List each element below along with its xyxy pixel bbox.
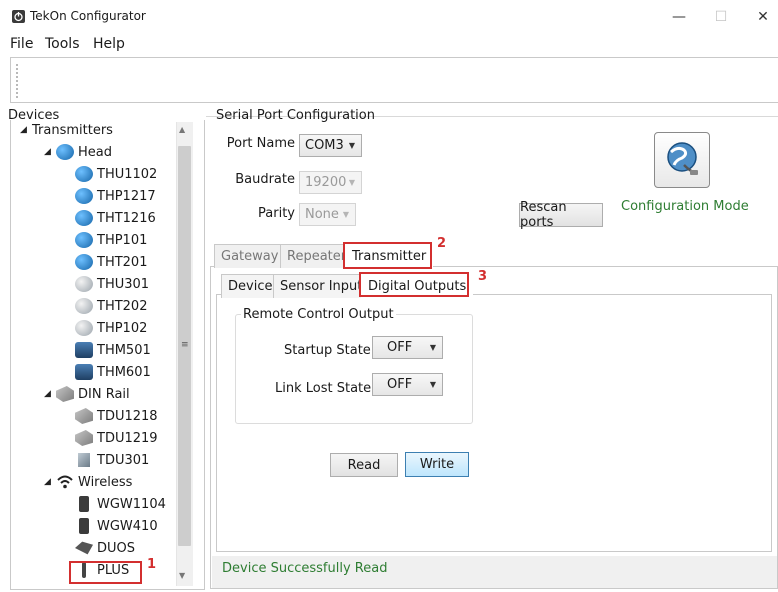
tree-item-thu301[interactable]: THU301 xyxy=(75,273,166,295)
app-power-icon xyxy=(12,10,25,23)
status-message: Device Successfully Read xyxy=(222,561,388,576)
toolbar xyxy=(10,57,778,103)
tree-item-tdu1219[interactable]: TDU1219 xyxy=(75,427,166,449)
head-transmitter-icon xyxy=(75,232,93,248)
tree-item-thu1102[interactable]: THU1102 xyxy=(75,163,166,185)
scroll-up-arrow-icon[interactable]: ▲ xyxy=(179,125,185,134)
head-transmitter-grey-icon xyxy=(75,320,93,336)
remote-control-label: Remote Control Output xyxy=(241,307,396,322)
menu-help[interactable]: Help xyxy=(93,36,125,52)
din-module-icon xyxy=(78,453,90,467)
din-rail-icon xyxy=(75,408,93,424)
maximize-button[interactable]: ☐ xyxy=(706,6,736,28)
configuration-globe-icon xyxy=(667,142,698,175)
collapse-arrow-icon[interactable]: ◢ xyxy=(44,389,56,399)
head-transmitter-icon xyxy=(56,144,74,160)
tree-item-tht1216[interactable]: THT1216 xyxy=(75,207,166,229)
tree-item-tdu301[interactable]: TDU301 xyxy=(75,449,166,471)
head-transmitter-icon xyxy=(75,254,93,270)
scrollbar-grip-icon: ≡ xyxy=(181,340,189,350)
link-lost-state-select[interactable]: OFF ▼ xyxy=(372,373,443,396)
head-transmitter-icon xyxy=(75,210,93,226)
collapse-arrow-icon[interactable]: ◢ xyxy=(20,125,32,135)
head-transmitter-icon xyxy=(75,166,93,182)
din-rail-icon xyxy=(75,430,93,446)
baudrate-label: Baudrate xyxy=(235,172,295,187)
menu-tools[interactable]: Tools xyxy=(45,36,80,52)
tree-item-thp101[interactable]: THP101 xyxy=(75,229,166,251)
tree-item-wgw410[interactable]: WGW410 xyxy=(75,515,166,537)
tree-node-head[interactable]: ◢ Head xyxy=(20,141,166,163)
toolbar-grip[interactable] xyxy=(16,64,18,98)
tree-item-thm601[interactable]: THM601 xyxy=(75,361,166,383)
remote-control-group xyxy=(235,314,473,424)
minimize-button[interactable]: — xyxy=(664,6,694,28)
configuration-mode-button[interactable] xyxy=(654,132,710,188)
parity-label: Parity xyxy=(258,206,295,221)
baudrate-select[interactable]: 19200 ▼ xyxy=(299,171,362,194)
configuration-mode-label: Configuration Mode xyxy=(621,199,749,214)
dropdown-arrow-icon: ▼ xyxy=(348,141,355,150)
dropdown-arrow-icon: ▼ xyxy=(429,380,436,389)
callout-1: 1 xyxy=(147,557,157,572)
tree-item-tht202[interactable]: THT202 xyxy=(75,295,166,317)
read-button[interactable]: Read xyxy=(330,453,398,477)
tab-gateway[interactable]: Gateway xyxy=(214,244,286,268)
gateway-icon xyxy=(79,518,89,534)
startup-state-label: Startup State xyxy=(284,343,371,358)
module-transmitter-icon xyxy=(75,364,93,380)
tab-device[interactable]: Device xyxy=(221,274,280,298)
tree-item-thp1217[interactable]: THP1217 xyxy=(75,185,166,207)
din-rail-icon xyxy=(56,386,74,402)
collapse-arrow-icon[interactable]: ◢ xyxy=(44,477,56,487)
tree-item-tdu1218[interactable]: TDU1218 xyxy=(75,405,166,427)
tree-node-din-rail[interactable]: ◢ DIN Rail xyxy=(20,383,166,405)
head-transmitter-grey-icon xyxy=(75,298,93,314)
dropdown-arrow-icon: ▼ xyxy=(342,210,349,219)
duos-device-icon xyxy=(75,541,93,555)
scroll-down-arrow-icon[interactable]: ▼ xyxy=(179,571,185,580)
callout-2: 2 xyxy=(437,236,447,251)
device-tree: ◢ Transmitters ◢ Head THU1102 THP1217 TH… xyxy=(20,121,166,581)
highlight-box-digital-outputs xyxy=(359,272,469,297)
tree-item-tht201[interactable]: THT201 xyxy=(75,251,166,273)
menu-file[interactable]: File xyxy=(10,36,33,52)
highlight-box-transmitter xyxy=(343,242,432,269)
parity-select[interactable]: None ▼ xyxy=(299,203,356,226)
tree-item-wgw1104[interactable]: WGW1104 xyxy=(75,493,166,515)
module-transmitter-icon xyxy=(75,342,93,358)
gateway-icon xyxy=(79,496,89,512)
startup-state-select[interactable]: OFF ▼ xyxy=(372,336,443,359)
tree-item-thm501[interactable]: THM501 xyxy=(75,339,166,361)
rescan-ports-button[interactable]: Rescan ports xyxy=(519,200,603,230)
tree-item-duos[interactable]: DUOS xyxy=(75,537,166,559)
port-name-label: Port Name xyxy=(226,136,295,151)
dropdown-arrow-icon: ▼ xyxy=(429,343,436,352)
tree-node-wireless[interactable]: ◢ Wireless xyxy=(20,471,166,493)
dropdown-arrow-icon: ▼ xyxy=(348,178,355,187)
write-button[interactable]: Write xyxy=(405,452,469,477)
close-button[interactable]: ✕ xyxy=(748,6,778,28)
tree-item-thp102[interactable]: THP102 xyxy=(75,317,166,339)
collapse-arrow-icon[interactable]: ◢ xyxy=(44,147,56,157)
head-transmitter-grey-icon xyxy=(75,276,93,292)
head-transmitter-icon xyxy=(75,188,93,204)
tab-sensor-input[interactable]: Sensor Input xyxy=(273,274,370,298)
window-title: TekOn Configurator xyxy=(30,9,146,23)
port-name-select[interactable]: COM3 ▼ xyxy=(299,134,362,157)
callout-3: 3 xyxy=(478,269,488,284)
link-lost-state-label: Link Lost State xyxy=(275,381,372,396)
serial-port-label: Serial Port Configuration xyxy=(216,108,375,123)
highlight-box-plus xyxy=(69,561,142,584)
wifi-icon xyxy=(57,475,73,489)
tree-node-transmitters[interactable]: ◢ Transmitters xyxy=(20,121,166,139)
